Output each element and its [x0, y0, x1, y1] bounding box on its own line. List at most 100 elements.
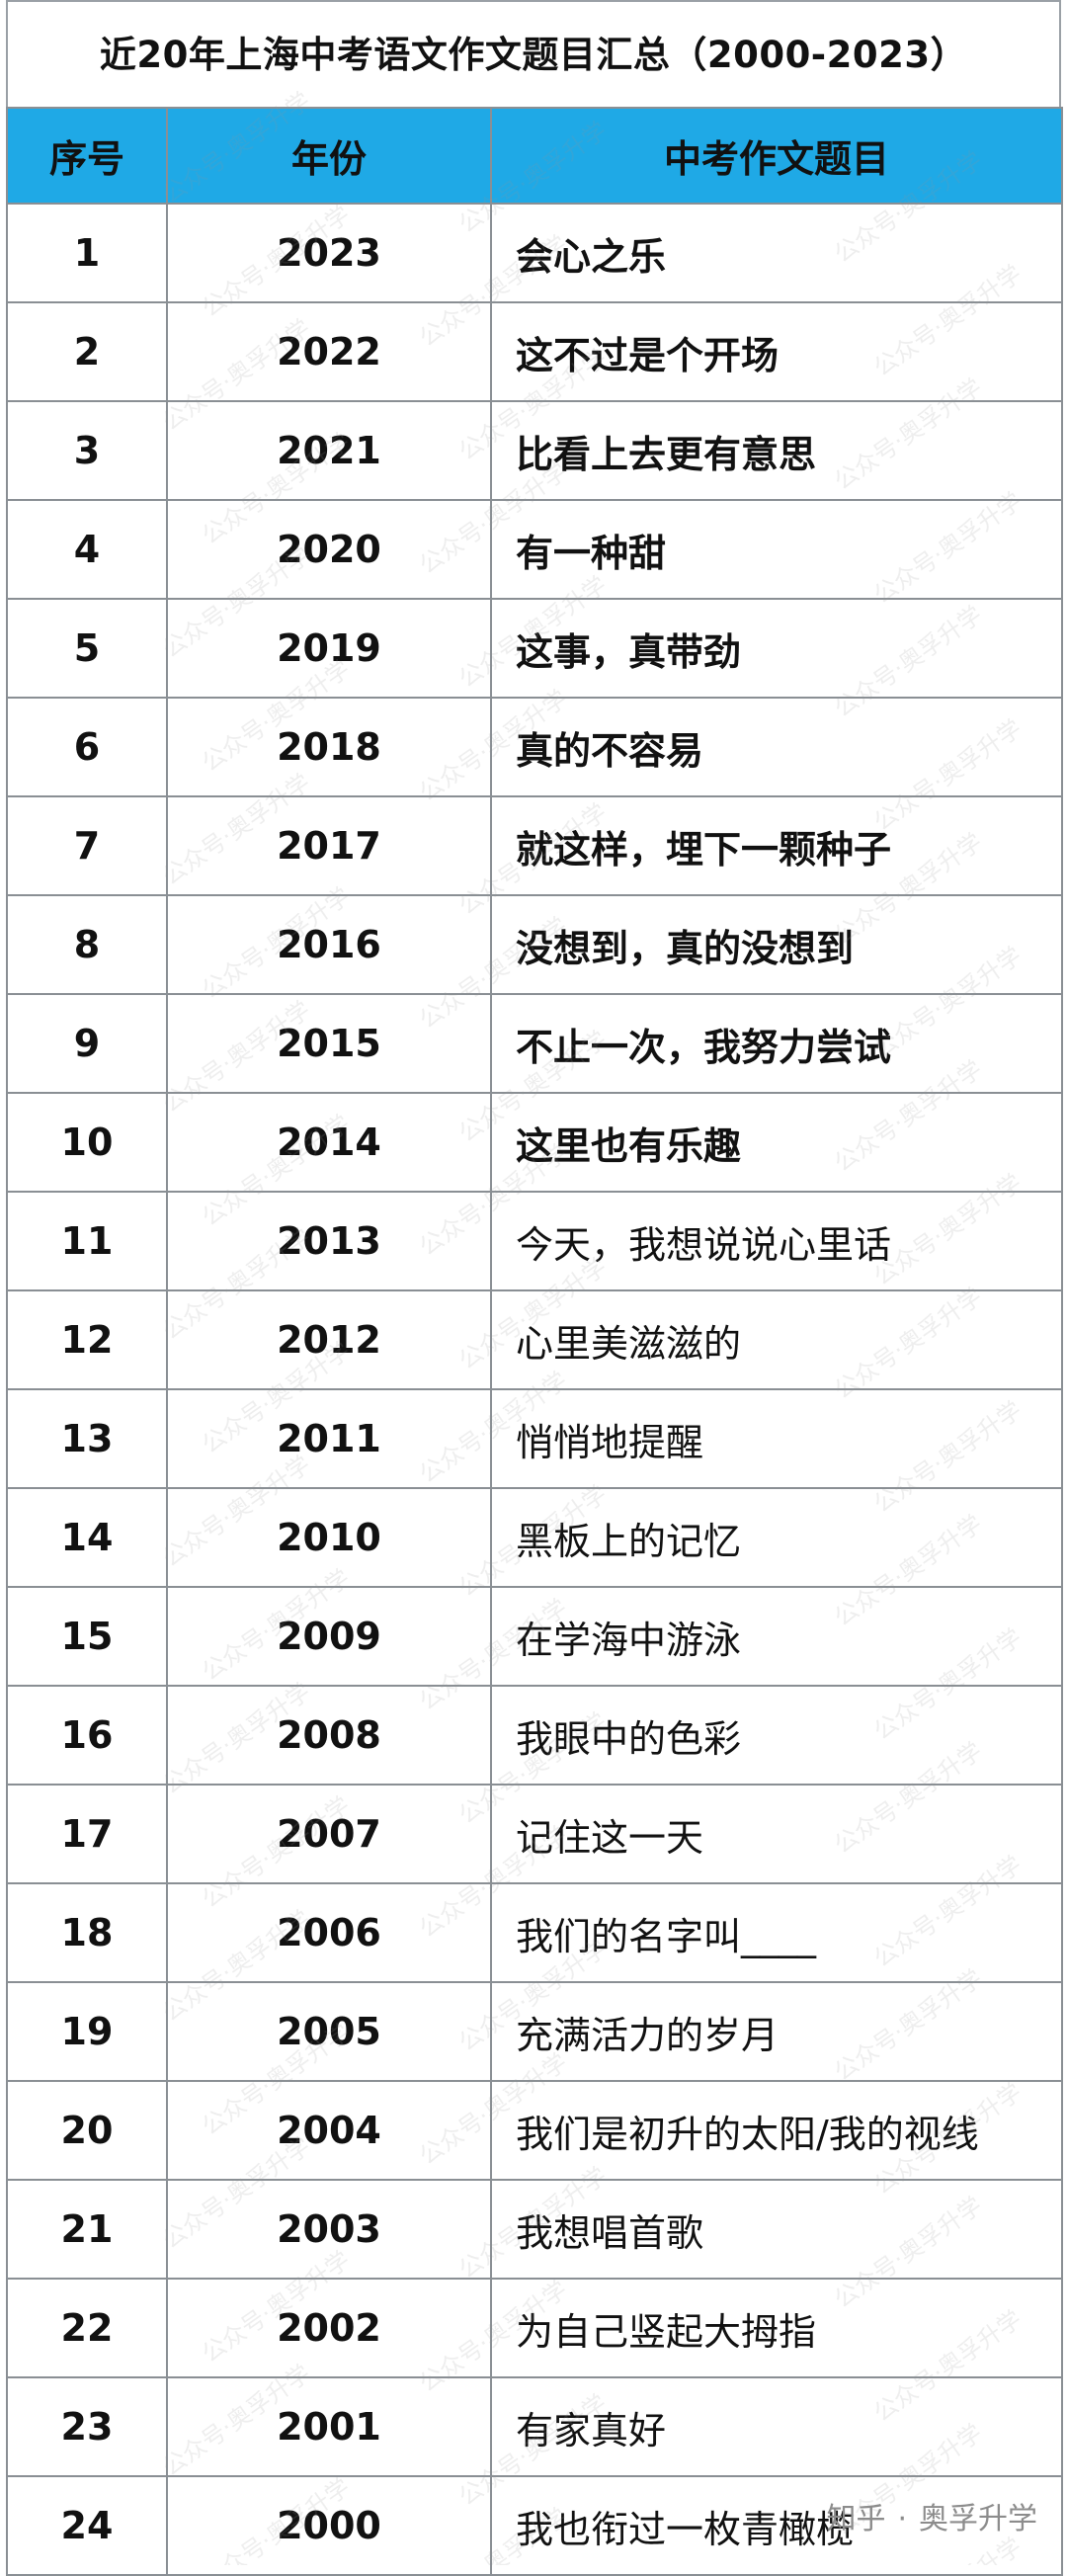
cell-topic: 为自己竖起大拇指 [490, 2278, 1063, 2378]
table-row: 18 2006 我们的名字叫____ [6, 1882, 1063, 1983]
cell-year: 2006 [166, 1882, 492, 1983]
cell-year: 2007 [166, 1784, 492, 1884]
table-row: 23 2001 有家真好 [6, 2376, 1063, 2477]
table-row: 17 2007 记住这一天 [6, 1784, 1063, 1884]
cell-year: 2014 [166, 1092, 492, 1193]
table-row: 21 2003 我想唱首歌 [6, 2179, 1063, 2280]
cell-topic: 会心之乐 [490, 203, 1063, 303]
cell-topic: 有家真好 [490, 2376, 1063, 2477]
table-row: 1 2023 会心之乐 [6, 203, 1063, 303]
cell-topic: 在学海中游泳 [490, 1586, 1063, 1687]
cell-topic: 没想到，真的没想到 [490, 894, 1063, 995]
cell-year: 2017 [166, 795, 492, 896]
cell-seq: 23 [6, 2376, 168, 2477]
table-row: 6 2018 真的不容易 [6, 697, 1063, 797]
table-row: 7 2017 就这样，埋下一颗种子 [6, 795, 1063, 896]
cell-year: 2009 [166, 1586, 492, 1687]
footer-watermark-prefix: 知乎 [826, 2502, 886, 2536]
table-row: 15 2009 在学海中游泳 [6, 1586, 1063, 1687]
cell-year: 2012 [166, 1289, 492, 1390]
table-body: 1 2023 会心之乐 2 2022 这不过是个开场 3 2021 比看上去更有意思 4 2020 有… [6, 203, 1063, 2576]
cell-seq: 10 [6, 1092, 168, 1193]
cell-seq: 15 [6, 1586, 168, 1687]
table-row: 11 2013 今天，我想说说心里话 [6, 1191, 1063, 1291]
table-row: 20 2004 我们是初升的太阳/我的视线 [6, 2080, 1063, 2181]
cell-year: 2003 [166, 2179, 492, 2280]
column-header-topic: 中考作文题目 [490, 107, 1063, 205]
cell-seq: 3 [6, 400, 168, 501]
cell-topic: 就这样，埋下一颗种子 [490, 795, 1063, 896]
table-row: 10 2014 这里也有乐趣 [6, 1092, 1063, 1193]
page-title: 近20年上海中考语文作文题目汇总（2000-2023） [6, 0, 1061, 107]
cell-year: 2015 [166, 993, 492, 1094]
cell-seq: 8 [6, 894, 168, 995]
table-row: 3 2021 比看上去更有意思 [6, 400, 1063, 501]
cell-year: 2005 [166, 1981, 492, 2082]
table-row: 13 2011 悄悄地提醒 [6, 1388, 1063, 1489]
cell-year: 2021 [166, 400, 492, 501]
cell-seq: 11 [6, 1191, 168, 1291]
cell-year: 2019 [166, 598, 492, 699]
cell-seq: 22 [6, 2278, 168, 2378]
table-row: 19 2005 充满活力的岁月 [6, 1981, 1063, 2082]
cell-topic: 心里美滋滋的 [490, 1289, 1063, 1390]
topics-table: 序号 年份 中考作文题目 1 2023 会心之乐 2 2022 这不过是个开场 3 2021 比… [6, 107, 1063, 2576]
cell-seq: 12 [6, 1289, 168, 1390]
cell-topic: 充满活力的岁月 [490, 1981, 1063, 2082]
table-row: 14 2010 黑板上的记忆 [6, 1487, 1063, 1588]
cell-year: 2016 [166, 894, 492, 995]
cell-seq: 2 [6, 301, 168, 402]
cell-seq: 16 [6, 1685, 168, 1786]
cell-topic: 我眼中的色彩 [490, 1685, 1063, 1786]
cell-seq: 14 [6, 1487, 168, 1588]
cell-year: 2022 [166, 301, 492, 402]
table-row: 22 2002 为自己竖起大拇指 [6, 2278, 1063, 2378]
cell-seq: 6 [6, 697, 168, 797]
cell-year: 2018 [166, 697, 492, 797]
cell-year: 2010 [166, 1487, 492, 1588]
cell-seq: 4 [6, 499, 168, 600]
table-row: 12 2012 心里美滋滋的 [6, 1289, 1063, 1390]
cell-year: 2002 [166, 2278, 492, 2378]
cell-topic: 这事，真带劲 [490, 598, 1063, 699]
cell-topic: 这里也有乐趣 [490, 1092, 1063, 1193]
cell-topic: 我想唱首歌 [490, 2179, 1063, 2280]
cell-year: 2001 [166, 2376, 492, 2477]
table-row: 8 2016 没想到，真的没想到 [6, 894, 1063, 995]
cell-year: 2023 [166, 203, 492, 303]
cell-topic: 比看上去更有意思 [490, 400, 1063, 501]
cell-topic: 今天，我想说说心里话 [490, 1191, 1063, 1291]
cell-year: 2004 [166, 2080, 492, 2181]
cell-seq: 9 [6, 993, 168, 1094]
cell-seq: 20 [6, 2080, 168, 2181]
table-row: 9 2015 不止一次，我努力尝试 [6, 993, 1063, 1094]
cell-seq: 19 [6, 1981, 168, 2082]
footer-watermark: 知乎 · 奥孚升学 [826, 2494, 1037, 2537]
cell-topic: 有一种甜 [490, 499, 1063, 600]
cell-year: 2000 [166, 2475, 492, 2576]
cell-seq: 1 [6, 203, 168, 303]
cell-topic: 我们是初升的太阳/我的视线 [490, 2080, 1063, 2181]
cell-topic: 真的不容易 [490, 697, 1063, 797]
cell-seq: 17 [6, 1784, 168, 1884]
cell-topic: 悄悄地提醒 [490, 1388, 1063, 1489]
footer-watermark-text: 奥孚升学 [919, 2502, 1037, 2536]
cell-seq: 7 [6, 795, 168, 896]
cell-seq: 24 [6, 2475, 168, 2576]
cell-seq: 13 [6, 1388, 168, 1489]
cell-topic: 不止一次，我努力尝试 [490, 993, 1063, 1094]
cell-seq: 18 [6, 1882, 168, 1983]
table-row: 16 2008 我眼中的色彩 [6, 1685, 1063, 1786]
table-row: 5 2019 这事，真带劲 [6, 598, 1063, 699]
document-page: 近20年上海中考语文作文题目汇总（2000-2023） 序号 年份 中考作文题目… [6, 0, 1063, 2576]
table-row: 2 2022 这不过是个开场 [6, 301, 1063, 402]
cell-topic: 黑板上的记忆 [490, 1487, 1063, 1588]
cell-topic: 记住这一天 [490, 1784, 1063, 1884]
cell-year: 2008 [166, 1685, 492, 1786]
cell-year: 2013 [166, 1191, 492, 1291]
cell-seq: 21 [6, 2179, 168, 2280]
cell-topic: 这不过是个开场 [490, 301, 1063, 402]
cell-year: 2020 [166, 499, 492, 600]
cell-topic: 我们的名字叫____ [490, 1882, 1063, 1983]
footer-separator: · [897, 2502, 907, 2536]
